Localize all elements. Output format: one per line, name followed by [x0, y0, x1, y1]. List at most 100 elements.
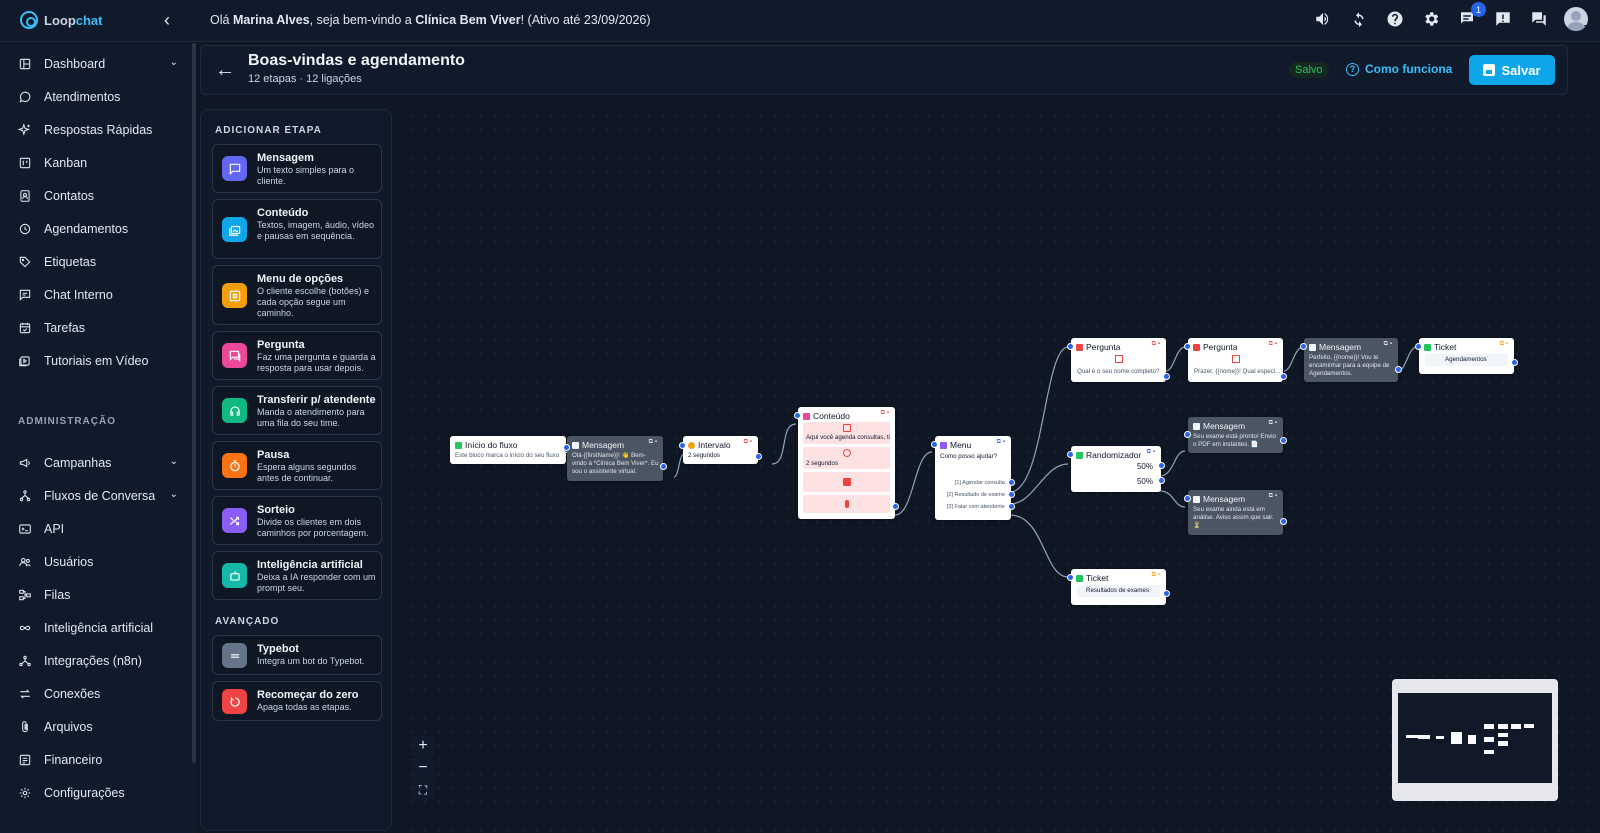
node-tools-icon[interactable]: ⧉▪ [1152, 341, 1162, 348]
how-it-works-link[interactable]: ? Como funciona [1346, 62, 1452, 76]
palette-item-conteudo[interactable]: Conteúdo Textos, imagem, áudio, vídeo e … [212, 199, 382, 259]
chat-bubbles-icon[interactable] [1528, 8, 1550, 30]
flow-node-mensagem[interactable]: Mensagem ⧉▪ Seu exame ainda está em anál… [1184, 490, 1287, 535]
sidebar-scrollbar[interactable] [192, 43, 196, 763]
palette-item-typebot[interactable]: Typebot Integra um bot do Typebot. [212, 635, 382, 675]
flow-node-conteudo[interactable]: Conteúdo ⧉▪ Aqui você agenda consultas, … [794, 407, 899, 519]
output-handle-option-1[interactable] [1008, 479, 1015, 486]
flow-node-mensagem[interactable]: Mensagem ⧉▪ Seu exame está pronto! Envio… [1184, 417, 1287, 453]
volume-icon[interactable] [1312, 8, 1334, 30]
palette-item-pergunta[interactable]: Pergunta Faz uma pergunta e guarda a res… [212, 331, 382, 380]
sidebar-item-kanban[interactable]: Kanban [18, 156, 178, 170]
sidebar-item-atendimentos[interactable]: Atendimentos [18, 90, 178, 104]
flow-canvas[interactable]: Início do fluxo Este bloco marca o iníci… [404, 109, 1600, 833]
alert-icon[interactable] [1492, 8, 1514, 30]
flow-node-pergunta[interactable]: Pergunta ⧉▪ Qual é o seu nome completo? [1067, 338, 1170, 382]
node-tools-icon[interactable]: ⧉▪ [1269, 420, 1279, 427]
sidebar-item-financeiro[interactable]: Financeiro [18, 753, 178, 767]
output-handle-option-3[interactable] [1008, 503, 1015, 510]
output-handle[interactable] [892, 503, 899, 510]
back-arrow-icon[interactable]: ← [215, 59, 235, 82]
input-handle[interactable] [1184, 343, 1191, 350]
palette-item-pausa[interactable]: Pausa Espera alguns segundos antes de co… [212, 441, 382, 490]
sidebar-item-filas[interactable]: Filas [18, 588, 178, 602]
output-handle[interactable] [1163, 373, 1170, 380]
flow-node-intervalo[interactable]: Intervalo ⧉▪ 2 segundos [679, 436, 762, 464]
palette-item-ia[interactable]: Inteligência artificial Deixa a IA respo… [212, 551, 382, 600]
flow-node-ticket[interactable]: Ticket ⧉▪ Resultados de exames [1067, 569, 1170, 605]
node-tools-icon[interactable]: ⧉▪ [1384, 341, 1394, 348]
sidebar-item-fluxos[interactable]: Fluxos de Conversa ⌄ [18, 489, 178, 503]
output-handle[interactable] [1280, 518, 1287, 525]
zoom-in-button[interactable]: + [412, 736, 434, 756]
sidebar-item-contatos[interactable]: Contatos [18, 189, 178, 203]
flow-node-mensagem[interactable]: Mensagem ⧉▪ Perfeito, {{nome}}! Vou te e… [1300, 338, 1402, 382]
flow-node-menu[interactable]: Menu ⧉▪ Como posso ajudar? [1] Agendar c… [931, 436, 1015, 520]
flow-node-start[interactable]: Início do fluxo Este bloco marca o iníci… [450, 436, 570, 464]
sidebar-item-ia[interactable]: Inteligência artificial [18, 621, 178, 635]
input-handle[interactable] [1067, 574, 1074, 581]
input-handle[interactable] [1300, 343, 1307, 350]
flow-node-randomizador[interactable]: Randomizador ⧉▪ 50% 50% [1067, 446, 1165, 492]
collapse-sidebar-chevron-icon[interactable]: ‹ [164, 10, 170, 31]
sidebar-item-chat-interno[interactable]: Chat Interno [18, 288, 178, 302]
node-tools-icon[interactable]: ⧉▪ [881, 410, 891, 417]
node-tools-icon[interactable]: ⧉▪ [1500, 341, 1510, 348]
sidebar-item-campanhas[interactable]: Campanhas ⌄ [18, 456, 178, 470]
sidebar-item-configuracoes[interactable]: Configurações [18, 786, 178, 800]
flow-node-ticket[interactable]: Ticket ⧉▪ Agendamentos [1415, 338, 1518, 374]
flow-node-pergunta[interactable]: Pergunta ⧉▪ Prazer, {{nome}}! Qual espec… [1184, 338, 1287, 382]
output-handle-a[interactable] [1158, 462, 1165, 469]
sidebar-item-agendamentos[interactable]: Agendamentos [18, 222, 178, 236]
output-handle[interactable] [660, 463, 667, 470]
node-tools-icon[interactable]: ⧉▪ [1269, 341, 1279, 348]
output-handle[interactable] [1395, 366, 1402, 373]
sidebar-item-api[interactable]: API [18, 522, 178, 536]
flow-node-mensagem[interactable]: Mensagem ⧉▪ Olá {{firstName}}! 👋 Bem-vin… [563, 436, 667, 481]
input-handle[interactable] [1067, 343, 1074, 350]
input-handle[interactable] [1184, 495, 1191, 502]
avatar[interactable] [1564, 7, 1588, 31]
refresh-icon[interactable] [1348, 8, 1370, 30]
input-handle[interactable] [931, 441, 938, 448]
sidebar-item-respostas-rapidas[interactable]: Respostas Rápidas [18, 123, 178, 137]
sidebar-item-tarefas[interactable]: Tarefas [18, 321, 178, 335]
sidebar-item-arquivos[interactable]: Arquivos [18, 720, 178, 734]
node-tools-icon[interactable]: ⧉▪ [1147, 449, 1157, 456]
fit-view-button[interactable]: ⛶ [412, 780, 434, 800]
notifications-icon[interactable]: 1 [1456, 2, 1486, 30]
sidebar-item-integracoes[interactable]: Integrações (n8n) [18, 654, 178, 668]
input-handle[interactable] [679, 442, 686, 449]
output-handle[interactable] [1163, 590, 1170, 597]
output-handle-b[interactable] [1158, 477, 1165, 484]
sidebar-item-etiquetas[interactable]: Etiquetas [18, 255, 178, 269]
sidebar-item-usuarios[interactable]: Usuários [18, 555, 178, 569]
input-handle[interactable] [1067, 451, 1074, 458]
palette-item-mensagem[interactable]: Mensagem Um texto simples para o cliente… [212, 144, 382, 193]
input-handle[interactable] [1415, 343, 1422, 350]
palette-item-sorteio[interactable]: Sorteio Divide os clientes em dois camin… [212, 496, 382, 545]
output-handle[interactable] [1511, 359, 1518, 366]
node-tools-icon[interactable]: ⧉▪ [649, 439, 659, 446]
save-button[interactable]: Salvar [1469, 55, 1555, 85]
help-icon[interactable] [1384, 8, 1406, 30]
node-tools-icon[interactable]: ⧉▪ [744, 439, 754, 446]
palette-item-menu[interactable]: Menu de opções O cliente escolhe (botões… [212, 265, 382, 325]
sidebar-item-conexoes[interactable]: Conexões [18, 687, 178, 701]
zoom-out-button[interactable]: − [412, 758, 434, 778]
output-handle[interactable] [755, 453, 762, 460]
palette-item-recomecar[interactable]: Recomeçar do zero Apaga todas as etapas. [212, 681, 382, 721]
node-tools-icon[interactable]: ⧉▪ [1269, 493, 1279, 500]
output-handle[interactable] [1280, 373, 1287, 380]
output-handle[interactable] [1280, 437, 1287, 444]
input-handle[interactable] [563, 444, 570, 451]
input-handle[interactable] [794, 412, 801, 419]
input-handle[interactable] [1184, 431, 1191, 438]
minimap[interactable] [1392, 679, 1558, 801]
palette-item-transferir[interactable]: Transferir p/ atendente Manda o atendime… [212, 386, 382, 435]
output-handle-option-2[interactable] [1008, 491, 1015, 498]
gear-icon[interactable] [1420, 8, 1442, 30]
sidebar-item-dashboard[interactable]: Dashboard ⌄ [18, 57, 178, 71]
sidebar-item-tutoriais[interactable]: Tutoriais em Vídeo [18, 354, 178, 368]
node-tools-icon[interactable]: ⧉▪ [997, 439, 1007, 446]
